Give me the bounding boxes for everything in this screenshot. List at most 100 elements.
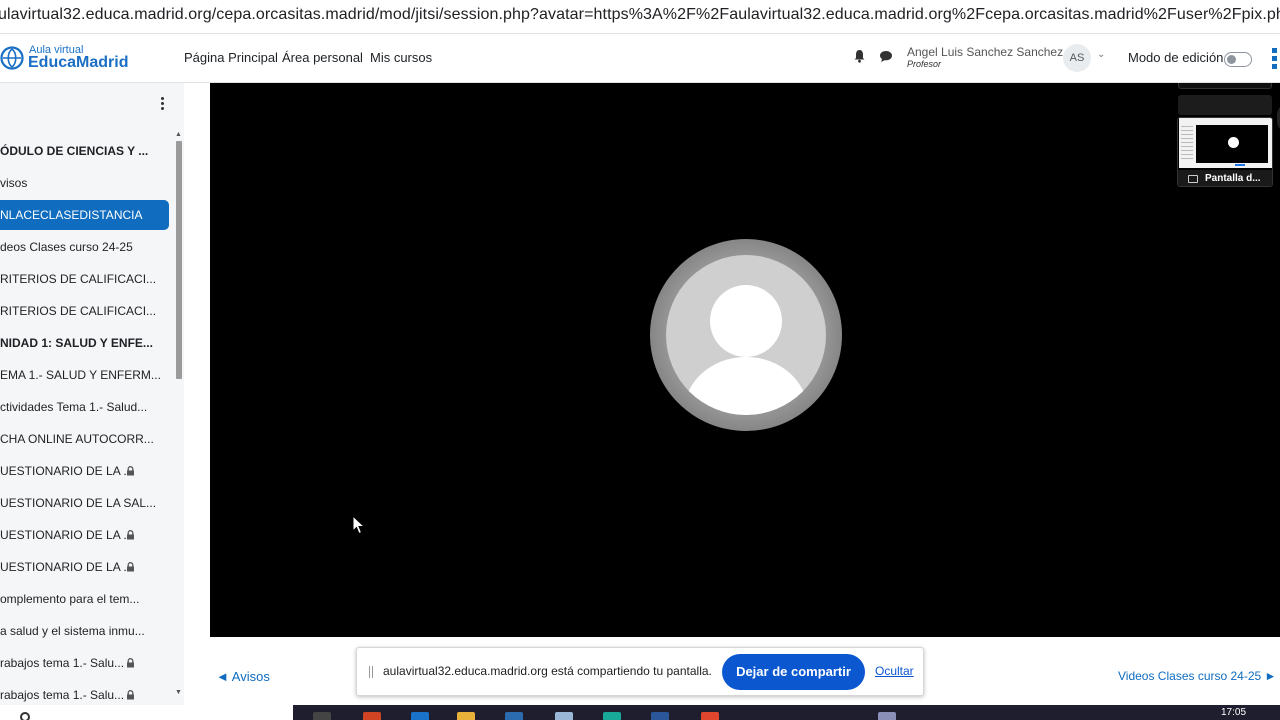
user-role: Profesor	[907, 59, 942, 69]
sidebar-item-label: UESTIONARIO DE LA ...	[0, 528, 134, 542]
sidebar-item-label: rabajos tema 1.- Salu...	[0, 656, 125, 670]
drag-handle-icon[interactable]	[369, 666, 374, 678]
sidebar-item[interactable]: UESTIONARIO DE LA ...	[0, 520, 169, 550]
app-icon[interactable]	[505, 712, 523, 720]
sidebar-section[interactable]: ÓDULO DE CIENCIAS Y ...	[0, 136, 169, 166]
url-text[interactable]: ulavirtual32.educa.madrid.org/cepa.orcas…	[0, 6, 1280, 24]
screen-share-icon	[1188, 175, 1198, 183]
nav-my-courses-link[interactable]: Mis cursos	[370, 50, 432, 65]
word-icon[interactable]	[651, 712, 669, 720]
apps-grid-icon[interactable]	[1270, 46, 1280, 70]
sidebar-item-label: CHA ONLINE AUTOCORR...	[0, 432, 154, 446]
mouse-cursor-icon	[352, 515, 366, 535]
sidebar-scrollbar[interactable]	[176, 141, 182, 379]
logo-title: EducaMadrid	[28, 54, 129, 71]
sidebar-item-label: RITERIOS DE CALIFICACI...	[0, 304, 157, 318]
preview-avatar	[1228, 137, 1239, 148]
sidebar-item[interactable]: rabajos tema 1.- Salu...	[0, 648, 169, 678]
jitsi-video-area[interactable]: Pantalla d...	[210, 83, 1280, 637]
more-options-icon[interactable]	[160, 97, 166, 113]
chevron-down-icon[interactable]: ⌄	[1097, 49, 1105, 60]
sidebar-item-label: ctividades Tema 1.- Salud...	[0, 400, 148, 414]
notepad-icon[interactable]	[555, 712, 573, 720]
tray-icon[interactable]	[878, 712, 896, 720]
default-user-icon	[666, 255, 826, 415]
lock-icon	[127, 690, 134, 700]
preview-accent	[1235, 164, 1245, 166]
sidebar-item[interactable]: UESTIONARIO DE LA ...	[0, 456, 169, 486]
filmstrip-tile-top[interactable]	[1178, 83, 1272, 89]
sidebar-item[interactable]: RITERIOS DE CALIFICACI...	[0, 296, 169, 326]
sidebar-item-label: EMA 1.- SALUD Y ENFERM...	[0, 368, 161, 382]
nav-home-link[interactable]: Página Principal	[184, 50, 278, 65]
edge-icon[interactable]	[603, 712, 621, 720]
hide-link[interactable]: Ocultar	[875, 664, 914, 678]
course-index-sidebar: ÓDULO DE CIENCIAS Y ... visos NLACECLASEDI…	[0, 83, 184, 705]
avatar-head	[710, 285, 782, 357]
user-avatar[interactable]: AS	[1063, 44, 1091, 72]
file-explorer-icon[interactable]	[457, 712, 475, 720]
top-navbar: Aula virtual EducaMadrid Página Principa…	[0, 34, 1280, 83]
bell-icon[interactable]	[853, 49, 866, 63]
screen-share-thumbnail[interactable]: Pantalla d...	[1177, 117, 1273, 187]
lock-icon	[127, 562, 134, 572]
sidebar-section[interactable]: NIDAD 1: SALUD Y ENFE...	[0, 328, 169, 358]
sidebar-item[interactable]: UESTIONARIO DE LA SAL...	[0, 488, 169, 518]
next-activity-link[interactable]: Videos Clases curso 24-25 ►	[1118, 669, 1276, 683]
sidebar-item-label: RITERIOS DE CALIFICACI...	[0, 272, 157, 286]
filmstrip-tile[interactable]	[1178, 95, 1272, 115]
sidebar-item-label: NLACECLASEDISTANCIA	[0, 208, 143, 222]
lock-icon	[127, 466, 134, 476]
outlook-icon[interactable]	[411, 712, 429, 720]
search-icon[interactable]	[20, 712, 30, 720]
browser-address-bar[interactable]: ulavirtual32.educa.madrid.org/cepa.orcas…	[0, 0, 1280, 34]
sidebar-item-label: UESTIONARIO DE LA ...	[0, 464, 134, 478]
sidebar-item[interactable]: a salud y el sistema inmu...	[0, 616, 169, 646]
scroll-up-arrow-icon[interactable]: ▲	[175, 131, 182, 138]
chrome-icon[interactable]	[701, 712, 719, 720]
sidebar-item[interactable]: visos	[0, 168, 169, 198]
sidebar-item-label: deos Clases curso 24-25	[0, 240, 133, 254]
sidebar-item[interactable]: rabajos tema 1.- Salu...	[0, 680, 169, 705]
thumbnail-label: Pantalla d...	[1205, 173, 1261, 184]
screen: ulavirtual32.educa.madrid.org/cepa.orcas…	[0, 0, 1280, 720]
sidebar-item[interactable]: NLACECLASEDISTANCIA	[0, 200, 169, 230]
preview-sidebar	[1181, 126, 1193, 162]
toggle-knob	[1227, 55, 1236, 64]
lock-icon	[127, 530, 134, 540]
sidebar-item-label: UESTIONARIO DE LA ...	[0, 560, 134, 574]
avatar-body	[684, 357, 808, 415]
sidebar-item-label: omplemento para el tem...	[0, 592, 140, 606]
sidebar-item[interactable]: ctividades Tema 1.- Salud...	[0, 392, 169, 422]
stop-sharing-button[interactable]: Dejar de compartir	[722, 654, 865, 690]
windows-taskbar: 17:05	[0, 705, 1280, 720]
edit-mode-label: Modo de edición	[1128, 50, 1224, 65]
sidebar-item[interactable]: UESTIONARIO DE LA ...	[0, 552, 169, 582]
prev-activity-link[interactable]: ◄ Avisos	[216, 669, 270, 684]
sidebar-item[interactable]: deos Clases curso 24-25	[0, 232, 169, 262]
edit-mode-toggle[interactable]	[1224, 52, 1252, 67]
nav-dashboard-link[interactable]: Área personal	[282, 50, 363, 65]
screen-sharing-bar[interactable]: aulavirtual32.educa.madrid.org está comp…	[356, 647, 924, 696]
task-view-icon[interactable]	[313, 712, 331, 720]
scroll-down-arrow-icon[interactable]: ▼	[175, 689, 182, 696]
educamadrid-logo[interactable]: Aula virtual EducaMadrid	[0, 44, 140, 74]
taskbar-apps-area: 17:05	[293, 705, 1280, 720]
sidebar-item-label: UESTIONARIO DE LA SAL...	[0, 496, 157, 510]
sidebar-item[interactable]: EMA 1.- SALUD Y ENFERM...	[0, 360, 169, 390]
sidebar-item-label: ÓDULO DE CIENCIAS Y ...	[0, 144, 149, 158]
lock-icon	[127, 658, 134, 668]
logo-globe-icon	[0, 46, 24, 70]
sidebar-item-label: rabajos tema 1.- Salu...	[0, 688, 125, 702]
chat-icon[interactable]	[879, 50, 893, 63]
sidebar-item-label: NIDAD 1: SALUD Y ENFE...	[0, 336, 153, 350]
clock[interactable]: 17:05	[1221, 707, 1246, 718]
powerpoint-icon[interactable]	[363, 712, 381, 720]
thumbnail-preview	[1179, 118, 1272, 168]
sidebar-item-label: a salud y el sistema inmu...	[0, 624, 145, 638]
sidebar-item[interactable]: RITERIOS DE CALIFICACI...	[0, 264, 169, 294]
sidebar-item[interactable]: omplemento para el tem...	[0, 584, 169, 614]
sidebar-item[interactable]: CHA ONLINE AUTOCORR...	[0, 424, 169, 454]
user-name[interactable]: Angel Luis Sanchez Sanchez	[907, 45, 1063, 59]
sharing-message: aulavirtual32.educa.madrid.org está comp…	[383, 664, 712, 678]
